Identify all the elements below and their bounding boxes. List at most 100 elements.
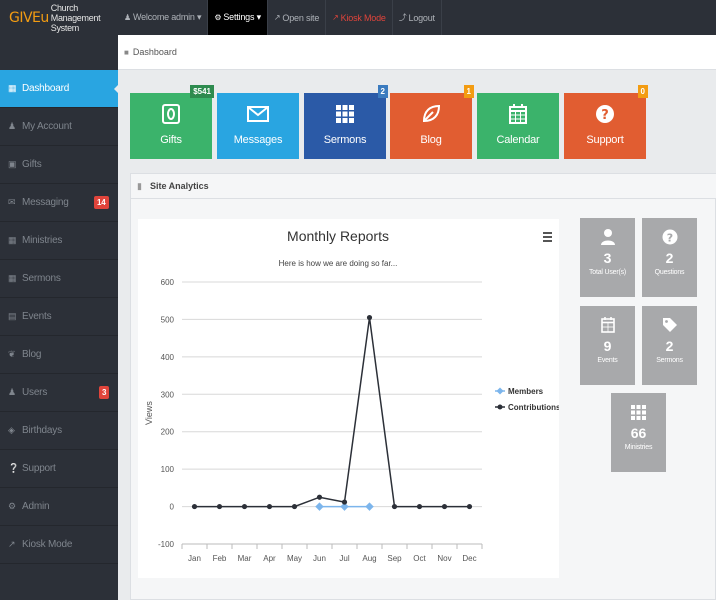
sidebar-item-blog[interactable]: ❦ Blog xyxy=(0,336,118,374)
messaging-count-badge: 14 xyxy=(94,196,109,209)
x-tick-label: Dec xyxy=(462,554,476,563)
kiosk-mode-link[interactable]: ↗ Kiosk Mode xyxy=(326,0,393,35)
settings-menu[interactable]: ⚙ Settings ▾ xyxy=(208,0,268,35)
data-point xyxy=(191,503,198,510)
sidebar-item-label: Kiosk Mode xyxy=(22,539,73,550)
gifts-amount-badge: $541 xyxy=(190,85,214,98)
x-tick-label: Jun xyxy=(313,554,326,563)
question-icon: ? xyxy=(662,228,678,246)
series-line-1 xyxy=(194,317,470,508)
data-point xyxy=(366,314,373,321)
sermons-count-badge: 2 xyxy=(377,85,388,98)
tile-support[interactable]: ? Support 0 xyxy=(564,85,648,159)
sidebar-item-my-account[interactable]: ♟ My Account xyxy=(0,108,118,146)
stat-events[interactable]: 9 Events xyxy=(580,306,635,385)
tile-label: Blog xyxy=(420,134,442,146)
chart-menu-icon[interactable] xyxy=(543,232,552,242)
settings-label: Settings ▾ xyxy=(223,12,261,22)
sidebar-item-support[interactable]: ❔ Support xyxy=(0,450,118,488)
data-point xyxy=(291,503,298,510)
sidebar: ▦ Dashboard ♟ My Account ▣ Gifts ✉ Messa… xyxy=(0,35,119,600)
breadcrumb: ■ Dashboard xyxy=(118,35,716,70)
tile-messages[interactable]: Messages xyxy=(217,93,299,159)
sidebar-item-label: Ministries xyxy=(22,235,63,246)
calendar-icon: ▤ xyxy=(8,311,17,321)
tile-blog[interactable]: Blog 1 xyxy=(390,85,474,159)
grid-icon xyxy=(631,403,646,421)
brand-logo: GIVEu xyxy=(9,9,49,26)
user-icon: ♟ xyxy=(8,121,16,131)
logout-link[interactable]: ⤴ Logout xyxy=(393,0,442,35)
tile-calendar[interactable]: Calendar xyxy=(477,93,559,159)
chart-title: Monthly Reports xyxy=(287,228,389,244)
question-icon: ❔ xyxy=(8,463,20,473)
data-point xyxy=(241,503,248,510)
stat-value: 9 xyxy=(603,338,612,354)
sidebar-item-kiosk-mode[interactable]: ↗ Kiosk Mode xyxy=(0,526,118,564)
brand-subtitle: Church Management System xyxy=(50,2,101,33)
sidebar-item-messaging[interactable]: ✉ Messaging 14 xyxy=(0,184,118,222)
breadcrumb-dashboard[interactable]: Dashboard xyxy=(133,47,177,57)
stat-sermons[interactable]: 2 Sermons xyxy=(642,306,697,385)
external-link-icon: ↗ xyxy=(273,13,281,22)
open-site-link[interactable]: ↗ Open site xyxy=(268,0,327,35)
y-tick-label: 300 xyxy=(161,390,175,399)
stat-label: Ministries xyxy=(624,444,653,451)
data-point xyxy=(216,503,223,510)
stat-total-users[interactable]: 3 Total User(s) xyxy=(580,218,635,297)
tile-label: Support xyxy=(586,134,624,146)
sidebar-item-dashboard[interactable]: ▦ Dashboard xyxy=(0,70,119,108)
stat-questions[interactable]: ? 2 Questions xyxy=(642,218,697,297)
y-tick-label: 400 xyxy=(161,353,175,362)
sidebar-item-label: Dashboard xyxy=(22,83,70,94)
y-tick-label: -100 xyxy=(158,540,175,549)
welcome-menu[interactable]: ♟ Welcome admin ▾ xyxy=(118,0,209,35)
x-tick-label: Feb xyxy=(213,554,227,563)
home-icon: ■ xyxy=(124,47,129,57)
brand[interactable]: GIVEu Church Management System xyxy=(0,0,118,35)
sidebar-item-sermons[interactable]: ▦ Sermons xyxy=(0,260,118,298)
sidebar-item-ministries[interactable]: ▦ Ministries xyxy=(0,222,118,260)
tile-label: Gifts xyxy=(160,134,182,146)
sidebar-item-admin[interactable]: ⚙ Admin xyxy=(0,488,118,526)
calendar-icon xyxy=(600,316,615,334)
y-tick-label: 200 xyxy=(161,428,175,437)
chart-subtitle: Here is how we are doing so far... xyxy=(279,259,398,268)
envelope-icon: ✉ xyxy=(8,197,16,207)
sidebar-item-users[interactable]: ♟ Users 3 xyxy=(0,374,118,412)
sidebar-item-gifts[interactable]: ▣ Gifts xyxy=(0,146,118,184)
tag-icon xyxy=(662,316,678,334)
bar-chart-icon: ▮ xyxy=(137,180,142,191)
user-icon: ♟ xyxy=(8,387,16,397)
x-tick-label: Jan xyxy=(188,554,201,563)
money-icon xyxy=(162,103,180,125)
legend-label: Contributions xyxy=(508,403,559,412)
stat-ministries[interactable]: 66 Ministries xyxy=(611,393,666,472)
tile-label: Sermons xyxy=(323,134,367,146)
legend-marker xyxy=(496,387,504,395)
stat-label: Events xyxy=(597,357,618,364)
stat-label: Sermons xyxy=(656,357,683,364)
sidebar-item-label: Users xyxy=(22,387,48,398)
blog-count-badge: 1 xyxy=(463,85,474,98)
tile-gifts[interactable]: Gifts $541 xyxy=(130,85,214,159)
users-count-badge: 3 xyxy=(99,386,110,399)
tile-label: Calendar xyxy=(496,134,540,146)
sidebar-item-birthdays[interactable]: ◈ Birthdays xyxy=(0,412,118,450)
grid-icon: ▦ xyxy=(8,235,17,245)
tile-label: Messages xyxy=(233,134,283,146)
question-icon: ? xyxy=(595,103,615,125)
x-tick-label: Mar xyxy=(238,554,252,563)
sidebar-item-label: Admin xyxy=(22,501,50,512)
tile-sermons[interactable]: Sermons 2 xyxy=(304,85,388,159)
y-tick-label: 0 xyxy=(170,503,175,512)
cake-icon: ◈ xyxy=(8,425,15,435)
support-count-badge: 0 xyxy=(637,85,648,98)
data-point xyxy=(341,499,348,505)
leaf-icon: ❦ xyxy=(8,349,16,359)
stat-value: 66 xyxy=(630,425,647,441)
gift-icon: ▣ xyxy=(8,159,17,169)
sidebar-item-events[interactable]: ▤ Events xyxy=(0,298,118,336)
data-point xyxy=(315,502,324,511)
data-point xyxy=(266,503,273,510)
